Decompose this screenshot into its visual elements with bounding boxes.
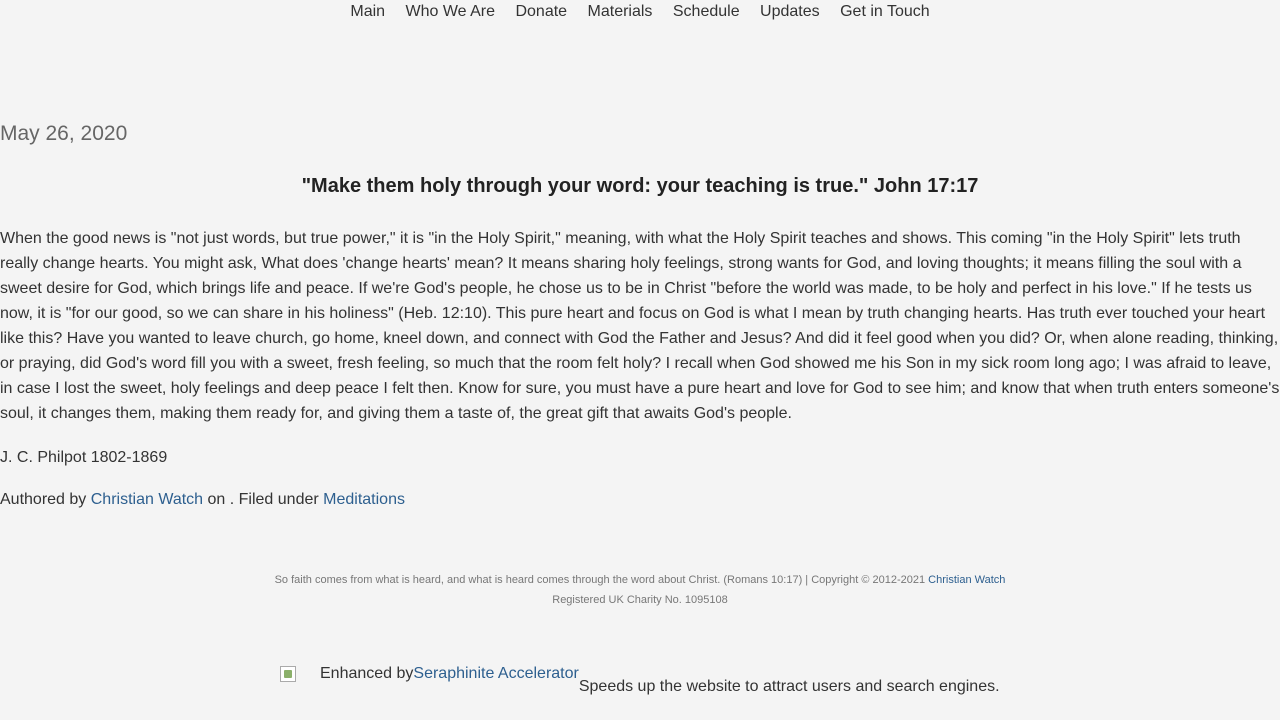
meta-middle: on . Filed under [203,491,324,508]
footer-line-1: So faith comes from what is heard, and w… [0,570,1280,590]
nav-item-get-in-touch[interactable]: Get in Touch [840,2,930,22]
nav-item-updates[interactable]: Updates [760,2,820,22]
main-navigation: Main Who We Are Donate Materials Schedul… [0,2,1280,22]
nav-item-who-we-are[interactable]: Who We Are [406,2,496,22]
post-meta: Authored by Christian Watch on . Filed u… [0,491,405,509]
accelerator-text: Enhanced bySeraphinite Accelerator [320,665,579,683]
accelerator-prefix: Enhanced by [320,665,414,682]
post-author-attribution: J. C. Philpot 1802-1869 [0,449,168,466]
footer-charity-number: Registered UK Charity No. 1095108 [552,594,728,606]
nav-item-main[interactable]: Main [350,2,385,22]
nav-item-schedule[interactable]: Schedule [673,2,740,22]
site-footer: So faith comes from what is heard, and w… [0,570,1280,610]
accelerator-link[interactable]: Seraphinite Accelerator [413,665,578,682]
accelerator-description: Speeds up the website to attract users a… [578,678,1000,695]
nav-item-donate[interactable]: Donate [515,2,567,22]
category-link[interactable]: Meditations [323,491,405,508]
author-link[interactable]: Christian Watch [91,491,203,508]
post-date: May 26, 2020 [0,122,128,145]
accelerator-badge: Enhanced bySeraphinite Accelerator Speed… [280,664,1000,696]
post-verse-heading: "Make them holy through your word: your … [301,175,979,197]
footer-scripture-copyright: So faith comes from what is heard, and w… [274,574,929,586]
nav-item-materials[interactable]: Materials [588,2,653,22]
broken-image-icon [280,666,296,682]
post-body: When the good news is "not just words, b… [0,230,1280,422]
meta-prefix: Authored by [0,491,91,508]
footer-site-link[interactable]: Christian Watch [928,574,1005,586]
